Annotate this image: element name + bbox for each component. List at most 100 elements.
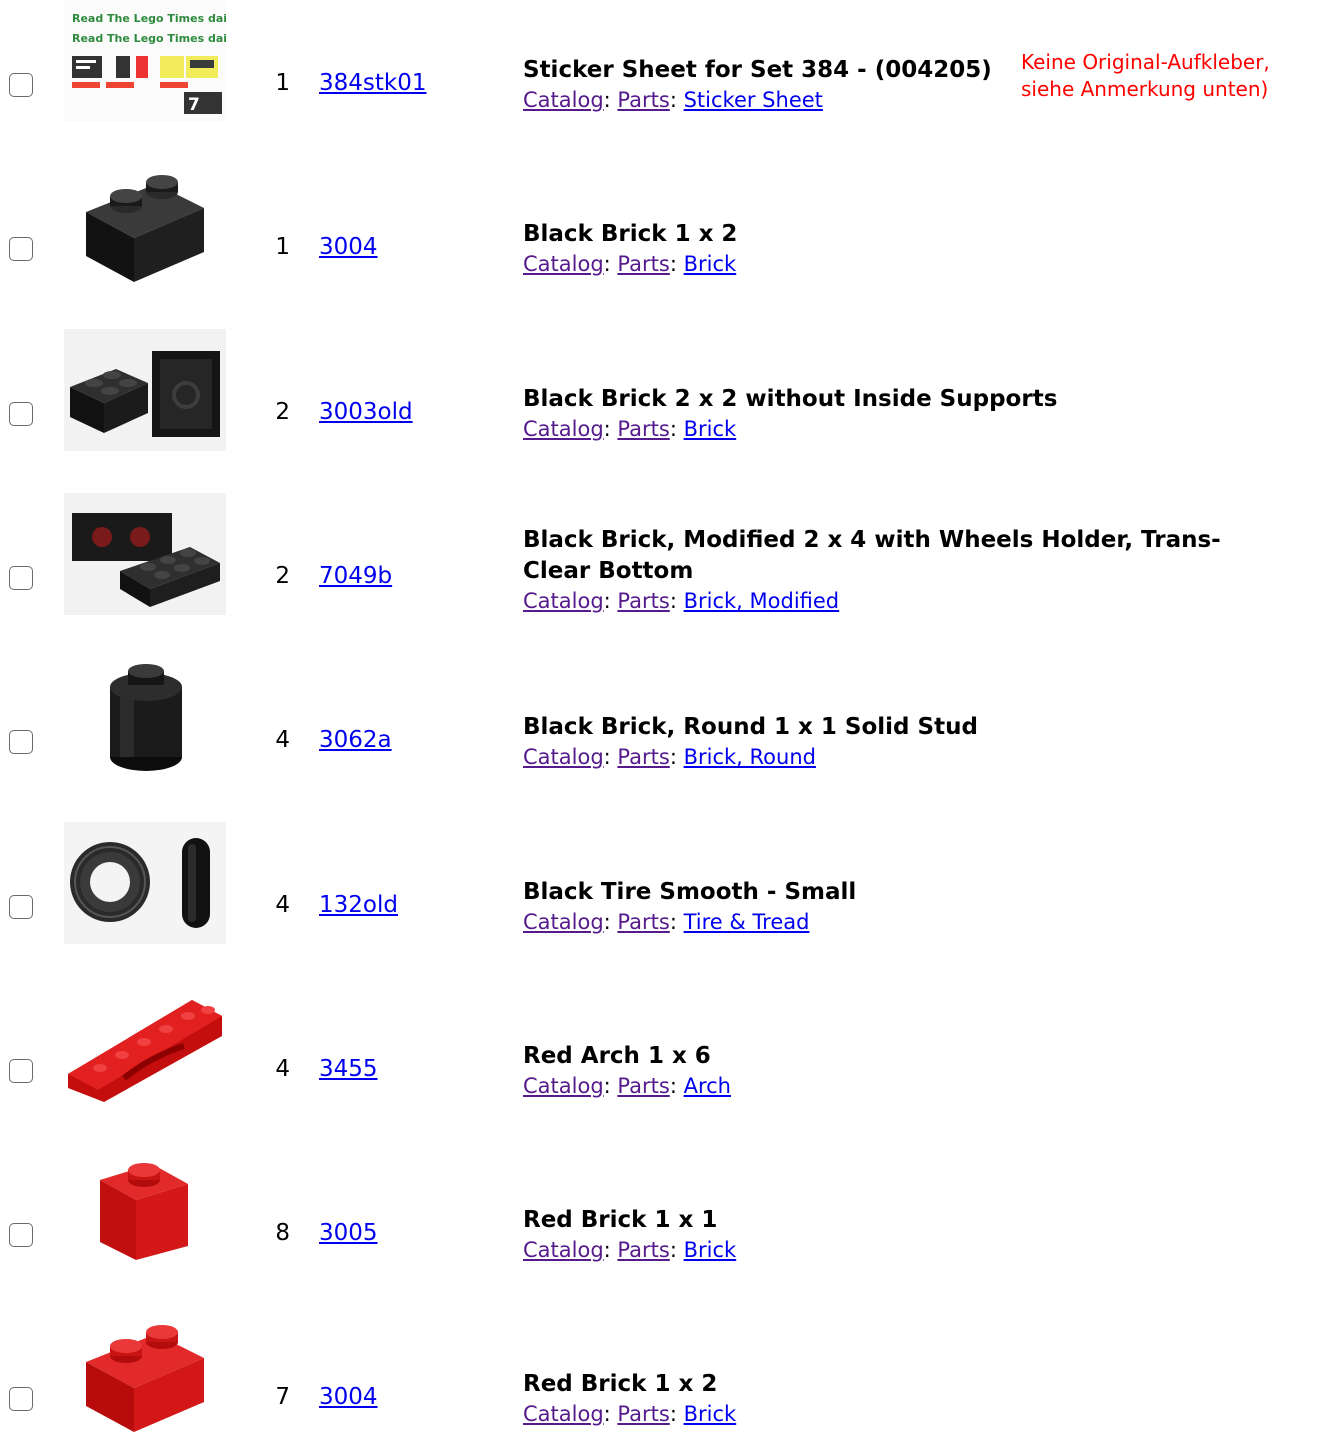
catalog-link[interactable]: Catalog xyxy=(523,1074,604,1098)
category-link[interactable]: Brick, Round xyxy=(684,745,816,769)
parts-link[interactable]: Parts xyxy=(617,1238,669,1262)
black-brick-modified-2x4-image[interactable] xyxy=(64,493,226,615)
catalog-link[interactable]: Catalog xyxy=(523,1402,604,1426)
part-row: Read The Lego Times daily Read The Lego … xyxy=(0,0,1327,122)
part-name: Black Brick, Modified 2 x 4 with Wheels … xyxy=(523,525,1283,587)
part-number-link[interactable]: 132old xyxy=(319,892,398,918)
quantity: 7 xyxy=(275,1384,290,1410)
part-description: Black Brick, Modified 2 x 4 with Wheels … xyxy=(523,525,1283,615)
breadcrumb-separator: : xyxy=(669,910,684,934)
select-checkbox[interactable] xyxy=(9,73,33,97)
breadcrumb: Catalog: Parts: Arch xyxy=(523,1072,1283,1100)
category-link[interactable]: Brick xyxy=(684,1402,737,1426)
catalog-link[interactable]: Catalog xyxy=(523,589,604,613)
select-checkbox[interactable] xyxy=(9,402,33,426)
parts-link[interactable]: Parts xyxy=(617,252,669,276)
breadcrumb: Catalog: Parts: Brick, Round xyxy=(523,743,1283,771)
select-checkbox[interactable] xyxy=(9,895,33,919)
part-row: 1 3004 Black Brick 1 x 2 Catalog: Parts: Br… xyxy=(0,164,1327,286)
breadcrumb: Catalog: Parts: Brick xyxy=(523,250,1283,278)
quantity: 4 xyxy=(275,892,290,918)
parts-link[interactable]: Parts xyxy=(617,1074,669,1098)
part-description: Black Brick 1 x 2 Catalog: Parts: Brick xyxy=(523,219,1283,278)
catalog-link[interactable]: Catalog xyxy=(523,252,604,276)
part-number-link[interactable]: 3062a xyxy=(319,727,392,753)
red-brick-1x2-image[interactable] xyxy=(64,1314,226,1436)
breadcrumb-separator: : xyxy=(603,417,618,441)
select-checkbox[interactable] xyxy=(9,237,33,261)
breadcrumb-separator: : xyxy=(669,589,684,613)
breadcrumb: Catalog: Parts: Tire & Tread xyxy=(523,908,1283,936)
part-description: Black Brick, Round 1 x 1 Solid Stud Catal… xyxy=(523,712,1283,771)
part-number-link[interactable]: 3003old xyxy=(319,399,413,425)
part-description: Red Arch 1 x 6 Catalog: Parts: Arch xyxy=(523,1041,1283,1100)
select-checkbox[interactable] xyxy=(9,1223,33,1247)
part-name-line: Black Brick 1 x 2 xyxy=(523,221,738,247)
part-number-link[interactable]: 7049b xyxy=(319,563,392,589)
part-description: Black Tire Smooth - Small Catalog: Parts:… xyxy=(523,877,1283,936)
category-link[interactable]: Brick xyxy=(684,1238,737,1262)
category-link[interactable]: Sticker Sheet xyxy=(684,88,823,112)
sticker-sheet-image[interactable]: Read The Lego Times daily Read The Lego … xyxy=(64,0,226,122)
category-link[interactable]: Arch xyxy=(684,1074,731,1098)
catalog-link[interactable]: Catalog xyxy=(523,910,604,934)
part-name-line: Red Brick 1 x 2 xyxy=(523,1371,718,1397)
part-number-link[interactable]: 3004 xyxy=(319,1384,378,1410)
black-brick-2x2-image[interactable] xyxy=(64,329,226,451)
part-number-link[interactable]: 3455 xyxy=(319,1056,378,1082)
part-number-link[interactable]: 384stk01 xyxy=(319,70,427,96)
quantity: 8 xyxy=(275,1220,290,1246)
catalog-link[interactable]: Catalog xyxy=(523,745,604,769)
select-checkbox[interactable] xyxy=(9,1059,33,1083)
part-name: Red Brick 1 x 2 xyxy=(523,1369,1283,1400)
category-link[interactable]: Tire & Tread xyxy=(684,910,810,934)
quantity: 2 xyxy=(275,563,290,589)
parts-link[interactable]: Parts xyxy=(617,88,669,112)
red-arch-image[interactable] xyxy=(64,986,226,1108)
black-brick-round-image[interactable] xyxy=(64,657,226,779)
quantity: 2 xyxy=(275,399,290,425)
part-name: Black Brick, Round 1 x 1 Solid Stud xyxy=(523,712,1283,743)
part-number-link[interactable]: 3004 xyxy=(319,234,378,260)
sticker-number-7: 7 xyxy=(188,95,200,115)
breadcrumb-separator: : xyxy=(669,252,684,276)
select-checkbox[interactable] xyxy=(9,566,33,590)
breadcrumb-separator: : xyxy=(603,589,618,613)
part-name-line: Red Brick 1 x 1 xyxy=(523,1207,718,1233)
part-row: 7 3004 Red Brick 1 x 2 Catalog: Parts: Bric… xyxy=(0,1314,1327,1436)
part-name-line: Red Arch 1 x 6 xyxy=(523,1043,711,1069)
black-brick-1x2-image[interactable] xyxy=(64,164,226,286)
breadcrumb-separator: : xyxy=(669,417,684,441)
part-row: 4 3062a Black Brick, Round 1 x 1 Solid Stu… xyxy=(0,657,1327,779)
part-name: Black Brick 1 x 2 xyxy=(523,219,1283,250)
parts-link[interactable]: Parts xyxy=(617,589,669,613)
category-link[interactable]: Brick xyxy=(684,417,737,441)
part-row: 8 3005 Red Brick 1 x 1 Catalog: Parts: Bric… xyxy=(0,1150,1327,1272)
part-row: 4 132old Black Tire Smooth - Small Catalog:… xyxy=(0,822,1327,944)
breadcrumb-separator: : xyxy=(669,88,684,112)
parts-link[interactable]: Parts xyxy=(617,417,669,441)
select-checkbox[interactable] xyxy=(9,730,33,754)
catalog-link[interactable]: Catalog xyxy=(523,417,604,441)
category-link[interactable]: Brick, Modified xyxy=(684,589,840,613)
part-description: Black Brick 2 x 2 without Inside Support… xyxy=(523,384,1283,443)
catalog-link[interactable]: Catalog xyxy=(523,1238,604,1262)
black-tire-image[interactable] xyxy=(64,822,226,944)
parts-link[interactable]: Parts xyxy=(617,910,669,934)
part-name: Red Brick 1 x 1 xyxy=(523,1205,1283,1236)
parts-link[interactable]: Parts xyxy=(617,1402,669,1426)
part-name-line: Clear Bottom xyxy=(523,558,694,584)
parts-link[interactable]: Parts xyxy=(617,745,669,769)
part-number-link[interactable]: 3005 xyxy=(319,1220,378,1246)
select-checkbox[interactable] xyxy=(9,1387,33,1411)
breadcrumb-separator: : xyxy=(603,745,618,769)
sticker-note: Keine Original-Aufkleber, siehe Anmerkun… xyxy=(1021,50,1270,101)
catalog-link[interactable]: Catalog xyxy=(523,88,604,112)
parts-list: Read The Lego Times daily Read The Lego … xyxy=(0,0,1327,1432)
category-link[interactable]: Brick xyxy=(684,252,737,276)
breadcrumb: Catalog: Parts: Brick xyxy=(523,1400,1283,1428)
breadcrumb: Catalog: Parts: Brick xyxy=(523,1236,1283,1264)
red-brick-1x1-image[interactable] xyxy=(64,1150,226,1272)
breadcrumb-separator: : xyxy=(603,910,618,934)
breadcrumb-separator: : xyxy=(603,1238,618,1262)
